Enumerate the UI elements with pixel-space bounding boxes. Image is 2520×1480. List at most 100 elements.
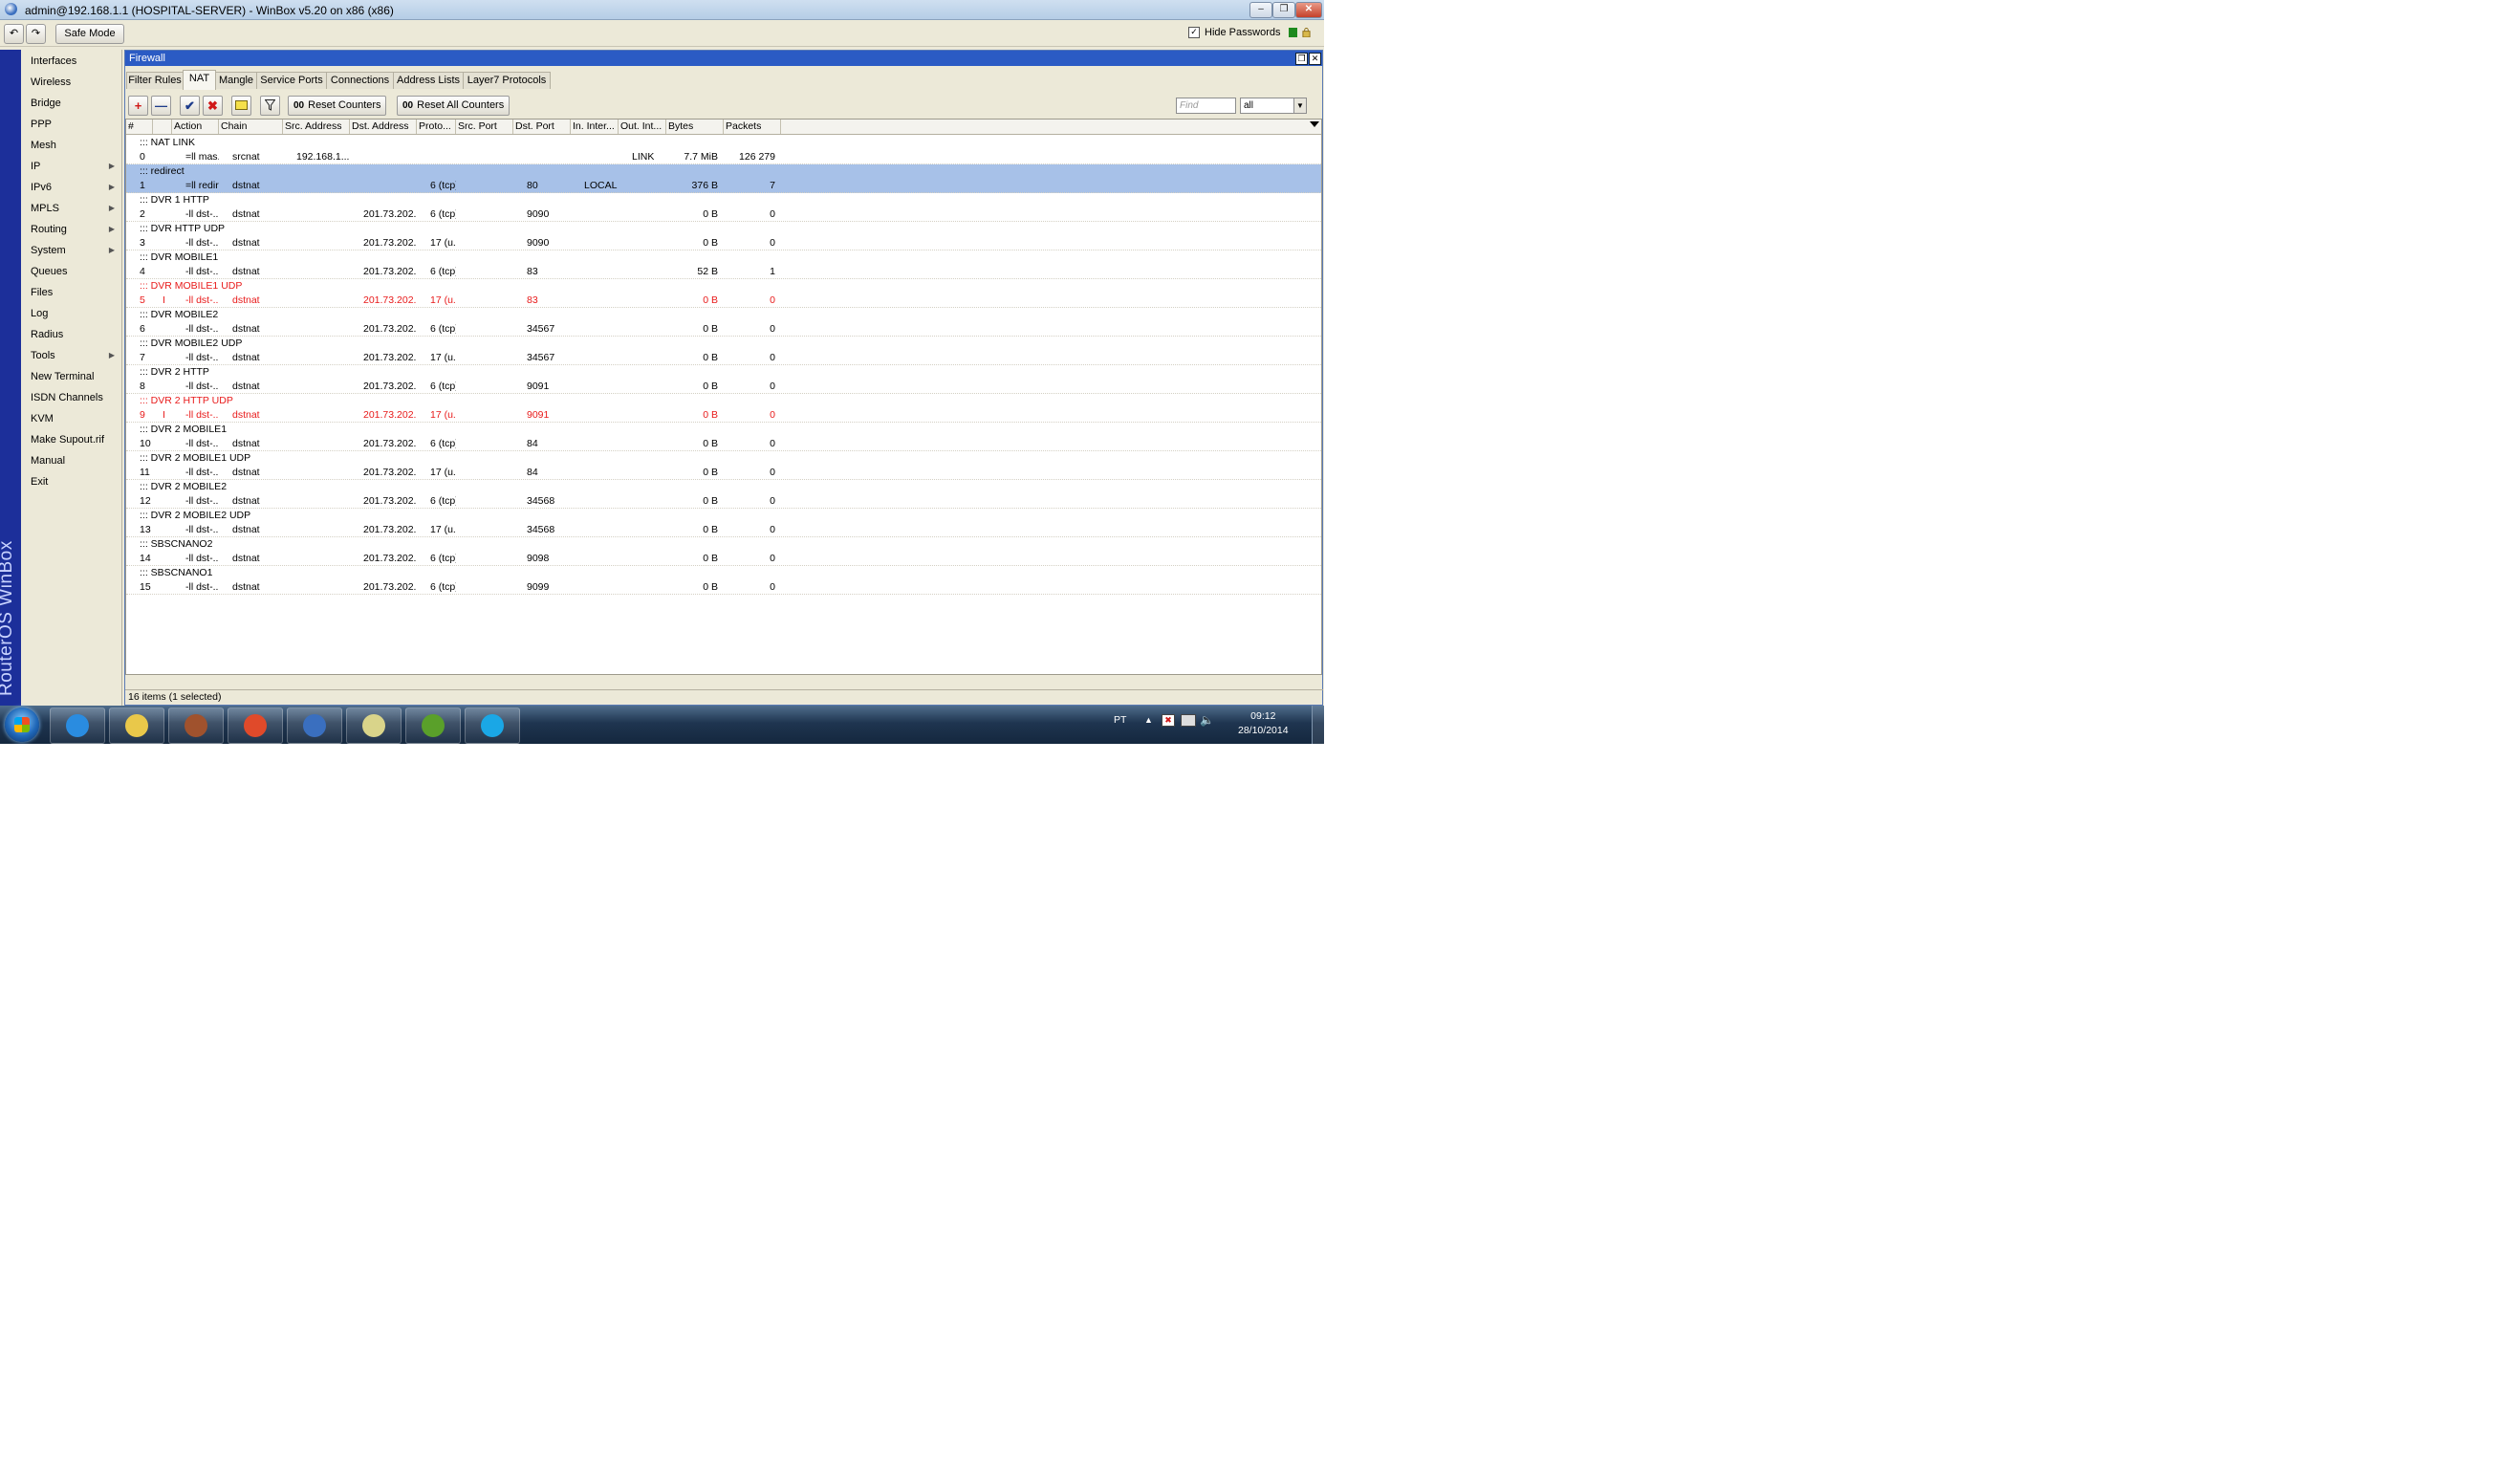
table-row[interactable]: 3 -ll dst-... dstnat 201.73.202... 17 (u... 9… [126, 236, 1321, 250]
table-row[interactable]: 4 -ll dst-... dstnat 201.73.202... 6 (tcp) 83… [126, 265, 1321, 279]
rule-comment-row[interactable]: ::: DVR 2 MOBILE1 [126, 423, 1321, 437]
rule-comment-row[interactable]: ::: DVR MOBILE1 UDP [126, 279, 1321, 294]
menu-item-make-supout[interactable]: Make Supout.rif [31, 430, 119, 449]
column-header[interactable]: Src. Address [283, 120, 350, 134]
table-row[interactable]: 10 -ll dst-... dstnat 201.73.202... 6 (tcp) 8… [126, 437, 1321, 451]
rule-comment-row[interactable]: ::: DVR 2 HTTP UDP [126, 394, 1321, 408]
add-button[interactable]: + [128, 96, 148, 116]
rule-comment-row[interactable]: ::: DVR 2 MOBILE1 UDP [126, 451, 1321, 466]
filter-button[interactable] [260, 96, 280, 116]
column-header[interactable]: In. Inter... [571, 120, 619, 134]
table-row[interactable]: 5 I -ll dst-... dstnat 201.73.202... 17 (u...… [126, 294, 1321, 308]
rule-comment-row[interactable]: ::: DVR 1 HTTP [126, 193, 1321, 207]
taskbar-app-button[interactable] [405, 707, 461, 744]
rule-comment-row[interactable]: ::: DVR 2 MOBILE2 [126, 480, 1321, 494]
start-button[interactable] [5, 707, 39, 742]
tab-mangle[interactable]: Mangle [215, 72, 257, 89]
tab-filter-rules[interactable]: Filter Rules [126, 72, 184, 89]
undo-button[interactable]: ↶ [4, 24, 24, 44]
tab-layer7-protocols[interactable]: Layer7 Protocols [463, 72, 551, 89]
reset-all-counters-button[interactable]: 00 Reset All Counters [397, 96, 510, 116]
menu-item-radius[interactable]: Radius [31, 325, 119, 344]
column-header[interactable]: Src. Port [456, 120, 513, 134]
menu-item-tools[interactable]: Tools ▶ [31, 346, 119, 365]
column-header[interactable]: Dst. Port [513, 120, 571, 134]
reset-counters-button[interactable]: 00 Reset Counters [288, 96, 386, 116]
minimize-button[interactable]: – [1249, 2, 1272, 18]
menu-item-ppp[interactable]: PPP [31, 115, 119, 134]
restore-button[interactable]: ❐ [1295, 53, 1308, 65]
volume-icon[interactable]: 🔈 [1200, 713, 1214, 727]
menu-item-new-terminal[interactable]: New Terminal [31, 367, 119, 386]
menu-item-kvm[interactable]: KVM [31, 409, 119, 428]
tab-connections[interactable]: Connections [326, 72, 394, 89]
column-header[interactable] [153, 120, 172, 134]
taskbar-app-button[interactable] [109, 707, 164, 744]
table-row[interactable]: 7 -ll dst-... dstnat 201.73.202... 17 (u... 3… [126, 351, 1321, 365]
column-header[interactable]: # [126, 120, 153, 134]
tab-service-ports[interactable]: Service Ports [256, 72, 327, 89]
table-row[interactable]: 11 -ll dst-... dstnat 201.73.202... 17 (u...… [126, 466, 1321, 480]
language-indicator[interactable]: PT [1114, 714, 1126, 726]
find-input[interactable]: Find [1176, 98, 1236, 114]
action-center-flag-icon[interactable]: ✖ [1162, 714, 1175, 727]
rule-comment-row[interactable]: ::: DVR 2 HTTP [126, 365, 1321, 380]
rule-comment-row[interactable]: ::: DVR MOBILE2 [126, 308, 1321, 322]
column-header[interactable]: Packets [724, 120, 781, 134]
tab-nat[interactable]: NAT [183, 70, 216, 90]
menu-item-exit[interactable]: Exit [31, 472, 119, 491]
close-button[interactable]: ✕ [1295, 2, 1322, 18]
table-row[interactable]: 2 -ll dst-... dstnat 201.73.202... 6 (tcp) 90… [126, 207, 1321, 222]
table-row[interactable]: 0 =ll mas... srcnat 192.168.1.... LINK 7.7 Mi… [126, 150, 1321, 164]
table-row[interactable]: 8 -ll dst-... dstnat 201.73.202... 6 (tcp) 90… [126, 380, 1321, 394]
menu-item-manual[interactable]: Manual [31, 451, 119, 470]
taskbar-app-button[interactable] [465, 707, 520, 744]
menu-item-queues[interactable]: Queues [31, 262, 119, 281]
table-row[interactable]: 14 -ll dst-... dstnat 201.73.202... 6 (tcp) 9… [126, 552, 1321, 566]
menu-item-ip[interactable]: IP ▶ [31, 157, 119, 176]
menu-item-routing[interactable]: Routing ▶ [31, 220, 119, 239]
safe-mode-button[interactable]: Safe Mode [55, 24, 124, 44]
menu-item-isdn-channels[interactable]: ISDN Channels [31, 388, 119, 407]
show-desktop-button[interactable] [1312, 706, 1324, 744]
menu-item-system[interactable]: System ▶ [31, 241, 119, 260]
column-header[interactable]: Dst. Address [350, 120, 417, 134]
clock[interactable]: 09:12 28/10/2014 [1238, 709, 1289, 738]
taskbar-app-button[interactable] [168, 707, 224, 744]
menu-item-interfaces[interactable]: Interfaces [31, 52, 119, 71]
network-icon[interactable] [1181, 714, 1196, 727]
hide-passwords-checkbox[interactable]: ✓ Hide Passwords [1188, 27, 1312, 38]
taskbar-app-button[interactable] [346, 707, 402, 744]
menu-item-wireless[interactable]: Wireless [31, 73, 119, 92]
menu-item-mpls[interactable]: MPLS ▶ [31, 199, 119, 218]
chain-filter-select[interactable]: all ▼ [1240, 98, 1307, 114]
menu-item-files[interactable]: Files [31, 283, 119, 302]
column-header[interactable]: Out. Int... [619, 120, 666, 134]
remove-button[interactable]: — [151, 96, 171, 116]
rule-comment-row[interactable]: ::: redirect [126, 164, 1321, 179]
menu-item-mesh[interactable]: Mesh [31, 136, 119, 155]
table-row[interactable]: 12 -ll dst-... dstnat 201.73.202... 6 (tcp) 3… [126, 494, 1321, 509]
rule-comment-row[interactable]: ::: DVR MOBILE2 UDP [126, 337, 1321, 351]
enable-button[interactable]: ✔ [180, 96, 200, 116]
column-header[interactable]: Action [172, 120, 219, 134]
tab-address-lists[interactable]: Address Lists [393, 72, 464, 89]
maximize-button[interactable]: ❐ [1272, 2, 1295, 18]
table-row[interactable]: 9 I -ll dst-... dstnat 201.73.202... 17 (u...… [126, 408, 1321, 423]
rule-comment-row[interactable]: ::: DVR HTTP UDP [126, 222, 1321, 236]
column-header[interactable]: Proto... [417, 120, 456, 134]
title-bar[interactable]: admin@192.168.1.1 (HOSPITAL-SERVER) - Wi… [0, 0, 1324, 20]
rule-comment-row[interactable]: ::: DVR MOBILE1 [126, 250, 1321, 265]
table-row[interactable]: 1 =ll redir... dstnat 6 (tcp) 80 LOCAL 376 B 7 [126, 179, 1321, 193]
column-header[interactable]: Bytes [666, 120, 724, 134]
show-hidden-icons-icon[interactable]: ▲ [1144, 715, 1153, 725]
table-row[interactable]: 6 -ll dst-... dstnat 201.73.202... 6 (tcp) 34… [126, 322, 1321, 337]
menu-item-log[interactable]: Log [31, 304, 119, 323]
rule-comment-row[interactable]: ::: NAT LINK [126, 136, 1321, 150]
firewall-title-bar[interactable]: Firewall ❐ ✕ [125, 51, 1322, 66]
taskbar-app-button[interactable] [50, 707, 105, 744]
table-row[interactable]: 13 -ll dst-... dstnat 201.73.202... 17 (u...… [126, 523, 1321, 537]
table-row[interactable]: 15 -ll dst-... dstnat 201.73.202... 6 (tcp) 9… [126, 580, 1321, 595]
taskbar-app-button[interactable] [228, 707, 283, 744]
rule-comment-row[interactable]: ::: DVR 2 MOBILE2 UDP [126, 509, 1321, 523]
